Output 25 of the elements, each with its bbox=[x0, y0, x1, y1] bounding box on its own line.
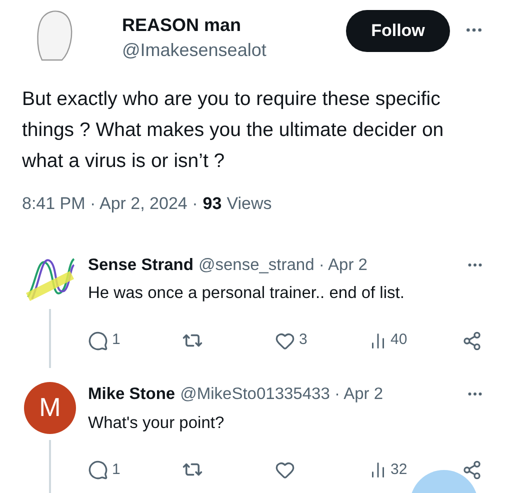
reply-count: 1 bbox=[112, 460, 120, 480]
avatar: M bbox=[24, 382, 76, 434]
tweet-text: But exactly who are you to require these specific things ? What makes you the ultimate decider on what a virus is or isn’t ? bbox=[21, 87, 445, 174]
like-icon[interactable] bbox=[275, 330, 295, 350]
like-count: 3 bbox=[299, 330, 308, 350]
view-count: 32 bbox=[390, 460, 408, 480]
views-label: Views bbox=[226, 193, 272, 215]
timestamp: 8:41 PM · Apr 2, 2024 · bbox=[22, 193, 198, 215]
reply-author-name: Mike Stone bbox=[88, 384, 176, 405]
view-count: 93 bbox=[202, 193, 222, 215]
like-icon[interactable] bbox=[275, 460, 295, 480]
reply-icon[interactable] bbox=[88, 330, 108, 350]
author-name: REASON man bbox=[122, 14, 242, 37]
author-handle: @Imakesensealot bbox=[122, 39, 266, 62]
reply-meta: @sense_strand · Apr 2 bbox=[198, 254, 368, 276]
reply-text: What's your point? bbox=[88, 412, 226, 434]
reply-text: He was once a personal trainer.. end of list. bbox=[88, 283, 406, 304]
share-icon[interactable] bbox=[462, 460, 482, 480]
follow-button[interactable]: Follow bbox=[346, 10, 450, 52]
share-icon[interactable] bbox=[462, 330, 482, 350]
reply-meta: @MikeSto01335433 · Apr 2 bbox=[180, 384, 384, 405]
reply-author-name: Sense Strand bbox=[88, 254, 194, 276]
reply-count: 1 bbox=[112, 330, 120, 350]
view-count: 40 bbox=[390, 330, 408, 350]
reply-icon[interactable] bbox=[88, 460, 108, 480]
